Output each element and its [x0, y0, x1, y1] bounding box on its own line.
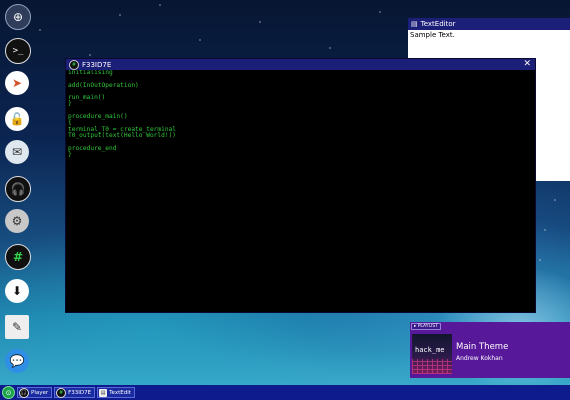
taskbar: ⊙ 🎧 Player # F33ID7E ▤ TextEdit [0, 385, 570, 400]
lock-icon[interactable]: 🔓 [5, 107, 29, 131]
album-art-text: hack_me [415, 346, 445, 354]
terminal-code[interactable]: initialising add(InOutOperation) run_mai… [66, 69, 535, 158]
headphones-icon: 🎧 [19, 387, 29, 398]
taskbar-item-terminal[interactable]: # F33ID7E [54, 387, 96, 398]
texteditor-titlebar[interactable]: ▤ TextEditor [408, 18, 570, 30]
taskbar-label: TextEdit [109, 389, 131, 396]
taskbar-label: Player [31, 389, 49, 396]
browser-icon[interactable]: ➤ [5, 71, 29, 95]
album-art-grid [412, 359, 452, 374]
download-icon[interactable]: ⬇ [5, 279, 29, 303]
taskbar-item-player[interactable]: 🎧 Player [17, 387, 53, 398]
document-icon: ▤ [99, 388, 108, 397]
track-title: Main Theme [456, 342, 509, 352]
start-button[interactable]: ⊙ [2, 386, 15, 399]
messages-icon[interactable]: ✉ [5, 140, 29, 164]
texteditor-icon[interactable]: ✎ [5, 315, 29, 339]
hash-icon: # [69, 59, 79, 70]
terminal-titlebar[interactable]: # F33ID7E ✕ [66, 59, 535, 70]
taskbar-label: F33ID7E [68, 389, 92, 396]
hash-icon: # [56, 387, 67, 398]
system-icon[interactable]: ⊕ [5, 4, 31, 30]
terminal-icon[interactable]: >_ [5, 38, 31, 64]
playlist-tag[interactable]: ▸ PLAYLIST [411, 323, 441, 330]
hash-icon[interactable]: # [5, 244, 31, 270]
texteditor-content[interactable]: Sample Text. [408, 30, 570, 40]
tools-icon[interactable]: ⚙ [5, 209, 29, 233]
player-icon[interactable]: 🎧 [5, 176, 31, 202]
document-icon: ▤ [411, 20, 418, 28]
close-icon[interactable]: ✕ [523, 59, 531, 70]
texteditor-title: TextEditor [420, 20, 456, 28]
track-artist: Andrew Kokhan [456, 355, 503, 362]
terminal-title: F33ID7E [82, 60, 112, 69]
taskbar-item-texteditor[interactable]: ▤ TextEdit [97, 387, 135, 398]
terminal-window[interactable]: # F33ID7E ✕ initialising add(InOutOperat… [66, 59, 535, 312]
album-art: hack_me [412, 334, 452, 374]
chat-icon[interactable]: 💬 [5, 349, 29, 373]
music-player-widget[interactable]: ▸ PLAYLIST hack_me Main Theme Andrew Kok… [410, 322, 570, 378]
